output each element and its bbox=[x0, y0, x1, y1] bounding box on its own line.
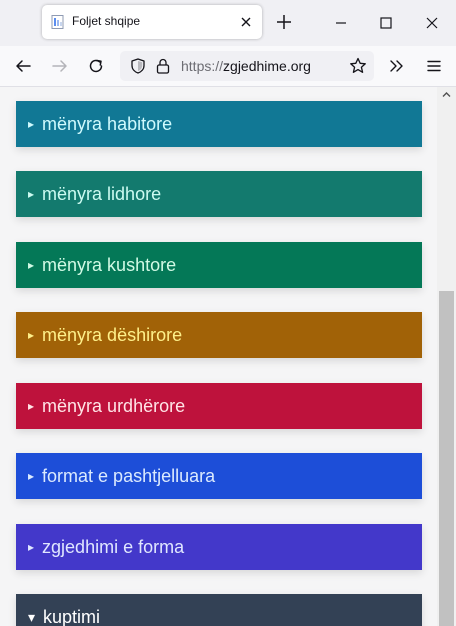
section-label: kuptimi bbox=[43, 606, 101, 626]
tab-strip: Foljet shqipe bbox=[0, 0, 456, 46]
url-text[interactable]: https://zgjedhime.org bbox=[181, 58, 311, 74]
section-kuptimi[interactable]: ▾ kuptimi bbox=[16, 594, 422, 626]
maximize-icon[interactable] bbox=[376, 13, 396, 33]
section-label: format e pashtjelluara bbox=[42, 465, 216, 486]
collapse-arrow-icon: ▾ bbox=[28, 609, 36, 625]
expand-arrow-icon: ▸ bbox=[28, 469, 35, 483]
close-tab-icon[interactable] bbox=[238, 14, 254, 30]
section-label: mënyra dëshirore bbox=[42, 324, 183, 345]
url-host: zgjedhime.org bbox=[223, 58, 311, 74]
expand-arrow-icon: ▸ bbox=[28, 399, 35, 413]
reload-icon[interactable] bbox=[86, 56, 106, 76]
page-content: ▸ mënyra habitore ▸ mënyra lidhore ▸ mën… bbox=[0, 87, 437, 626]
expand-arrow-icon: ▸ bbox=[28, 117, 35, 131]
browser-window: Foljet shqipe https://zgjedhime.org ▸ më… bbox=[0, 0, 456, 626]
section-menyra-deshirore[interactable]: ▸ mënyra dëshirore bbox=[16, 312, 422, 358]
url-scheme: https:// bbox=[181, 58, 224, 74]
section-zgjedhimi-e-forma[interactable]: ▸ zgjedhimi e forma bbox=[16, 524, 422, 570]
back-arrow-icon[interactable] bbox=[13, 56, 33, 76]
expand-arrow-icon: ▸ bbox=[28, 328, 35, 342]
shield-icon[interactable] bbox=[129, 57, 147, 75]
section-label: mënyra lidhore bbox=[42, 183, 162, 204]
hamburger-menu-icon[interactable] bbox=[424, 56, 444, 76]
scroll-up-arrow-icon[interactable] bbox=[441, 89, 452, 100]
tab-title: Foljet shqipe bbox=[72, 14, 141, 28]
section-menyra-lidhore[interactable]: ▸ mënyra lidhore bbox=[16, 171, 422, 217]
section-label: mënyra habitore bbox=[42, 113, 173, 134]
scrollbar-thumb[interactable] bbox=[439, 291, 454, 626]
vertical-scrollbar[interactable] bbox=[437, 87, 456, 626]
bookmark-star-icon[interactable] bbox=[348, 56, 368, 76]
section-label: mënyra urdhërore bbox=[42, 395, 186, 416]
section-label: zgjedhimi e forma bbox=[42, 536, 185, 557]
expand-arrow-icon: ▸ bbox=[28, 187, 35, 201]
section-menyra-habitore[interactable]: ▸ mënyra habitore bbox=[16, 101, 422, 147]
tab-foljet-shqipe[interactable]: Foljet shqipe bbox=[42, 5, 262, 39]
section-menyra-kushtore[interactable]: ▸ mënyra kushtore bbox=[16, 242, 422, 288]
close-window-icon[interactable] bbox=[422, 13, 442, 33]
lock-icon[interactable] bbox=[154, 57, 172, 75]
section-label: mënyra kushtore bbox=[42, 254, 177, 275]
section-menyra-urdherore[interactable]: ▸ mënyra urdhërore bbox=[16, 383, 422, 429]
nav-toolbar: https://zgjedhime.org bbox=[0, 46, 456, 87]
overflow-chevron-icon[interactable] bbox=[387, 56, 407, 76]
forward-arrow-icon[interactable] bbox=[50, 56, 70, 76]
url-bar[interactable]: https://zgjedhime.org bbox=[120, 51, 374, 81]
minimize-icon[interactable] bbox=[331, 13, 351, 33]
section-format-e-pashtjelluara[interactable]: ▸ format e pashtjelluara bbox=[16, 453, 422, 499]
expand-arrow-icon: ▸ bbox=[28, 258, 35, 272]
page-favicon-icon bbox=[51, 15, 64, 29]
expand-arrow-icon: ▸ bbox=[28, 540, 35, 554]
new-tab-icon[interactable] bbox=[274, 12, 294, 32]
